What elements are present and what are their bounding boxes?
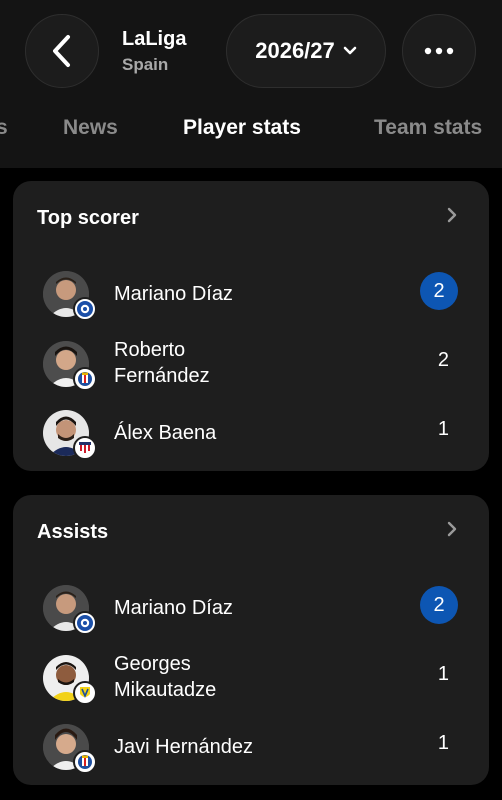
stat-value: 2: [437, 349, 449, 371]
more-dots-icon: [424, 47, 454, 55]
chevron-right-icon[interactable]: [447, 521, 457, 537]
league-info: LaLiga Spain: [122, 27, 186, 75]
card-title: Assists: [37, 521, 109, 543]
team-badge-espanyol: [73, 750, 97, 774]
league-name: LaLiga: [122, 28, 187, 50]
chevron-right-icon[interactable]: [447, 207, 457, 223]
header-bar: LaLiga Spain 2026/27 s News Player stats…: [0, 0, 502, 168]
tab-news[interactable]: News: [63, 116, 118, 140]
stat-value-highlighted: 2: [420, 272, 458, 310]
player-name-line: Mikautadze: [114, 679, 217, 701]
stat-value-highlighted: 2: [420, 586, 458, 624]
player-name: Álex Baena: [114, 422, 217, 444]
team-badge-villarreal: [73, 681, 97, 705]
more-options-button[interactable]: [402, 14, 476, 88]
tab-player-stats[interactable]: Player stats: [183, 116, 301, 140]
player-name: Mariano Díaz: [114, 283, 233, 305]
tab-bar: s News Player stats Team stats: [0, 108, 502, 148]
assists-card[interactable]: Assists Mariano Díaz 2 Georges Mikautadz…: [13, 495, 489, 785]
chevron-left-icon: [53, 35, 70, 67]
player-row[interactable]: Mariano Díaz 2: [13, 577, 489, 637]
player-row[interactable]: Roberto Fernández 2: [13, 333, 489, 393]
player-name: Javi Hernández: [114, 736, 253, 758]
season-selector[interactable]: 2026/27: [226, 14, 386, 88]
stat-value: 1: [437, 663, 449, 685]
player-name-line: Georges: [114, 653, 191, 675]
chevron-down-icon: [343, 46, 357, 55]
player-row[interactable]: Álex Baena 1: [13, 402, 489, 462]
team-badge-alaves: [73, 611, 97, 635]
player-name: Roberto Fernández: [114, 337, 210, 389]
player-row[interactable]: Javi Hernández 1: [13, 716, 489, 776]
card-title: Top scorer: [37, 207, 139, 229]
back-button[interactable]: [25, 14, 99, 88]
player-name-line: Fernández: [114, 365, 210, 387]
player-row[interactable]: Mariano Díaz 2: [13, 263, 489, 323]
top-scorer-card[interactable]: Top scorer Mariano Díaz 2 Roberto Fernán…: [13, 181, 489, 471]
player-name-line: Roberto: [114, 339, 186, 361]
team-badge-atletico: [73, 436, 97, 460]
tab-previous[interactable]: s: [0, 116, 8, 140]
tab-team-stats[interactable]: Team stats: [374, 116, 482, 140]
player-name: Mariano Díaz: [114, 597, 233, 619]
team-badge-alaves: [73, 297, 97, 321]
player-row[interactable]: Georges Mikautadze 1: [13, 647, 489, 707]
stat-value: 1: [437, 418, 449, 440]
team-badge-espanyol: [73, 367, 97, 391]
player-name: Georges Mikautadze: [114, 651, 216, 703]
league-country: Spain: [122, 55, 169, 74]
stat-value: 1: [437, 732, 449, 754]
season-label: 2026/27: [255, 38, 335, 63]
